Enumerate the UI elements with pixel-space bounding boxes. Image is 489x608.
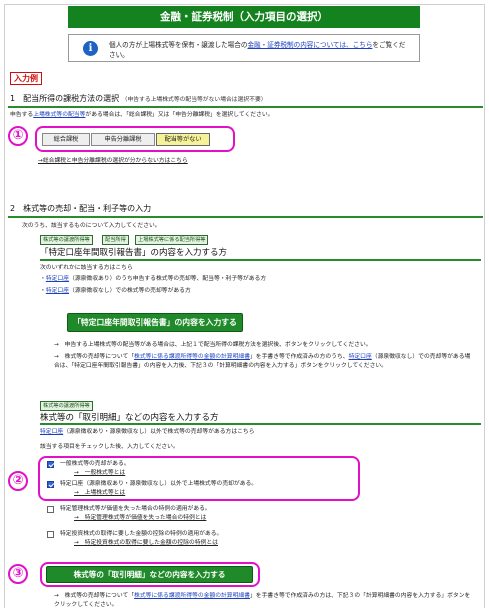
option-no-dividend[interactable]: 配当等がない xyxy=(156,133,210,146)
page-title: 金融・証券税制（入力項目の選択） xyxy=(68,6,420,28)
panel2-check-instruction: 該当する項目をチェックした後、入力してください。 xyxy=(40,444,179,450)
item4-label: 特定投資株式の取得に要した金額の控除の特例の適用がある。 xyxy=(60,531,223,537)
item2-label: 特定口座（源泉徴収あり・源泉徴収なし）以外で上場株式等の売却がある。 xyxy=(60,481,258,487)
option-aggregate-taxation[interactable]: 総合課税 xyxy=(42,133,90,146)
section2-heading: 2 株式等の売却・配当・利子等の入力 xyxy=(10,204,152,213)
dividend-link[interactable]: 上場株式等の配当等 xyxy=(33,112,85,118)
tag-stock-transfer-income-2: 株式等の譲渡所得等 xyxy=(40,401,93,411)
tag-stock-transfer-income: 株式等の譲渡所得等 xyxy=(40,235,93,245)
panel1-note2: → 株式等の売却等について「株式等に係る譲渡所得等の金額の計算明細書」を手書き等… xyxy=(54,353,474,371)
panel1-bullet2: ・特定口座（源泉徴収なし）での株式等の売却等がある方 xyxy=(40,288,191,294)
info-text-before: 個人の方が上場株式等を保有・譲渡した場合の xyxy=(109,41,248,49)
listed-stock-link[interactable]: → 上場株式等とは xyxy=(74,489,125,498)
panel2-lead: 特定口座（源泉徴収あり・源泉徴収なし）以外で株式等の売却等がある方はこちら xyxy=(40,428,255,437)
info-link[interactable]: 金融・証券税制の内容については、こちら xyxy=(247,41,372,49)
taxation-help-link[interactable]: →総合課税と申告分離課税の選択が分からない方はこちら xyxy=(38,157,188,166)
info-text: 個人の方が上場株式等を保有・譲渡した場合の金融・証券税制の内容については、こちら… xyxy=(109,40,409,60)
specific-account-link-1[interactable]: 特定口座 xyxy=(46,276,69,282)
tag-listed-dividend-income: 上場株式等に係る配当所得等 xyxy=(135,235,209,245)
section1-divider xyxy=(8,106,483,108)
panel1-note1: → 申告する上場株式等の配当等がある場合は、上記１で配当所得の課税方法を選択後、… xyxy=(54,342,372,348)
specific-account-link-3[interactable]: 特定口座 xyxy=(349,354,372,360)
section1-title: 1 配当所得の課税方法の選択 xyxy=(10,94,120,103)
general-stock-link[interactable]: → 一般株式等とは xyxy=(74,469,125,478)
panel1-title: 「特定口座年間取引報告書」の内容を入力する方 xyxy=(40,248,228,258)
investment-stock-checkbox[interactable] xyxy=(47,531,54,538)
panel1-divider xyxy=(40,259,481,261)
section2-intro: 次のうち、該当するものについて入力してください。 xyxy=(22,223,161,229)
info-icon: i xyxy=(83,41,98,56)
calc-statement-link-2[interactable]: 株式等に係る譲渡所得等の金額の計算明細書 xyxy=(134,593,250,599)
panel1-bullet2-text: （源泉徴収なし）での株式等の売却等がある方 xyxy=(69,288,191,294)
panel2-title: 株式等の「取引明細」などの内容を入力する方 xyxy=(40,413,219,423)
info-box: i 個人の方が上場株式等を保有・譲渡した場合の金融・証券税制の内容については、こ… xyxy=(68,34,420,62)
general-stock-checkbox[interactable] xyxy=(47,461,54,468)
annual-report-input-button[interactable]: 「特定口座年間取引報告書」の内容を入力する xyxy=(67,313,243,332)
marker-2: ② xyxy=(8,471,28,491)
calc-statement-link-1[interactable]: 株式等に係る譲渡所得等の金額の計算明細書 xyxy=(134,354,250,360)
section2-divider xyxy=(8,216,483,218)
listed-stock-checkbox[interactable] xyxy=(47,481,54,488)
panel2-footer: → 株式等の売却等について「株式等に係る譲渡所得等の金額の計算明細書」を手書き等… xyxy=(54,592,474,608)
managed-stock-checkbox[interactable] xyxy=(47,506,54,513)
panel2-divider xyxy=(40,423,481,425)
panel1-lead: 次のいずれかに該当する方はこちら xyxy=(40,265,133,271)
example-label: 入力例 xyxy=(10,72,42,85)
managed-stock-link[interactable]: → 特定管理株式等が価値を失った場合の特例とは xyxy=(74,514,206,523)
item3-label: 特定管理株式等が価値を失った場合の特例の適用がある。 xyxy=(60,506,211,512)
section1-desc-after: がある場合は、「総合課税」又は「申告分離課税」を選択してください。 xyxy=(85,112,274,118)
panel2-footer-a: → 株式等の売却等について「 xyxy=(54,593,135,599)
section1-desc-before: 申告する xyxy=(10,112,34,118)
option-separate-taxation[interactable]: 申告分離課税 xyxy=(91,133,155,146)
specific-account-link-2[interactable]: 特定口座 xyxy=(46,288,69,294)
section1-subtitle: （申告する上場株式等の配当等がない場合は選択不要） xyxy=(121,97,267,103)
panel1-bullet1: ・特定口座（源泉徴収あり）のうち申告する株式等の売却等、配当等・利子等がある方 xyxy=(40,276,267,282)
panel1-note2-b: 」を手書き等で作成済みの方のうち、 xyxy=(250,354,349,360)
transaction-details-input-button[interactable]: 株式等の「取引明細」などの内容を入力する xyxy=(46,566,253,583)
section1-description: 申告する上場株式等の配当等がある場合は、「総合課税」又は「申告分離課税」を選択し… xyxy=(10,111,273,120)
investment-stock-link[interactable]: → 特定投資株式の取得に要した金額の控除の特例とは xyxy=(74,539,218,548)
panel1-note2-a: → 株式等の売却等について「 xyxy=(54,354,135,360)
tag-dividend-income: 配当所得 xyxy=(102,235,129,245)
panel2-lead-text: （源泉徴収あり・源泉徴収なし）以外で株式等の売却等がある方はこちら xyxy=(63,429,255,435)
panel1-bullet1-text: （源泉徴収あり）のうち申告する株式等の売却等、配当等・利子等がある方 xyxy=(69,276,267,282)
specific-account-link-4[interactable]: 特定口座 xyxy=(40,429,63,435)
marker-3: ③ xyxy=(8,564,28,584)
marker-1: ① xyxy=(8,126,28,146)
section1-heading: 1 配当所得の課税方法の選択 （申告する上場株式等の配当等がない場合は選択不要） xyxy=(10,93,267,104)
item1-label: 一般株式等の売却がある。 xyxy=(60,461,130,467)
